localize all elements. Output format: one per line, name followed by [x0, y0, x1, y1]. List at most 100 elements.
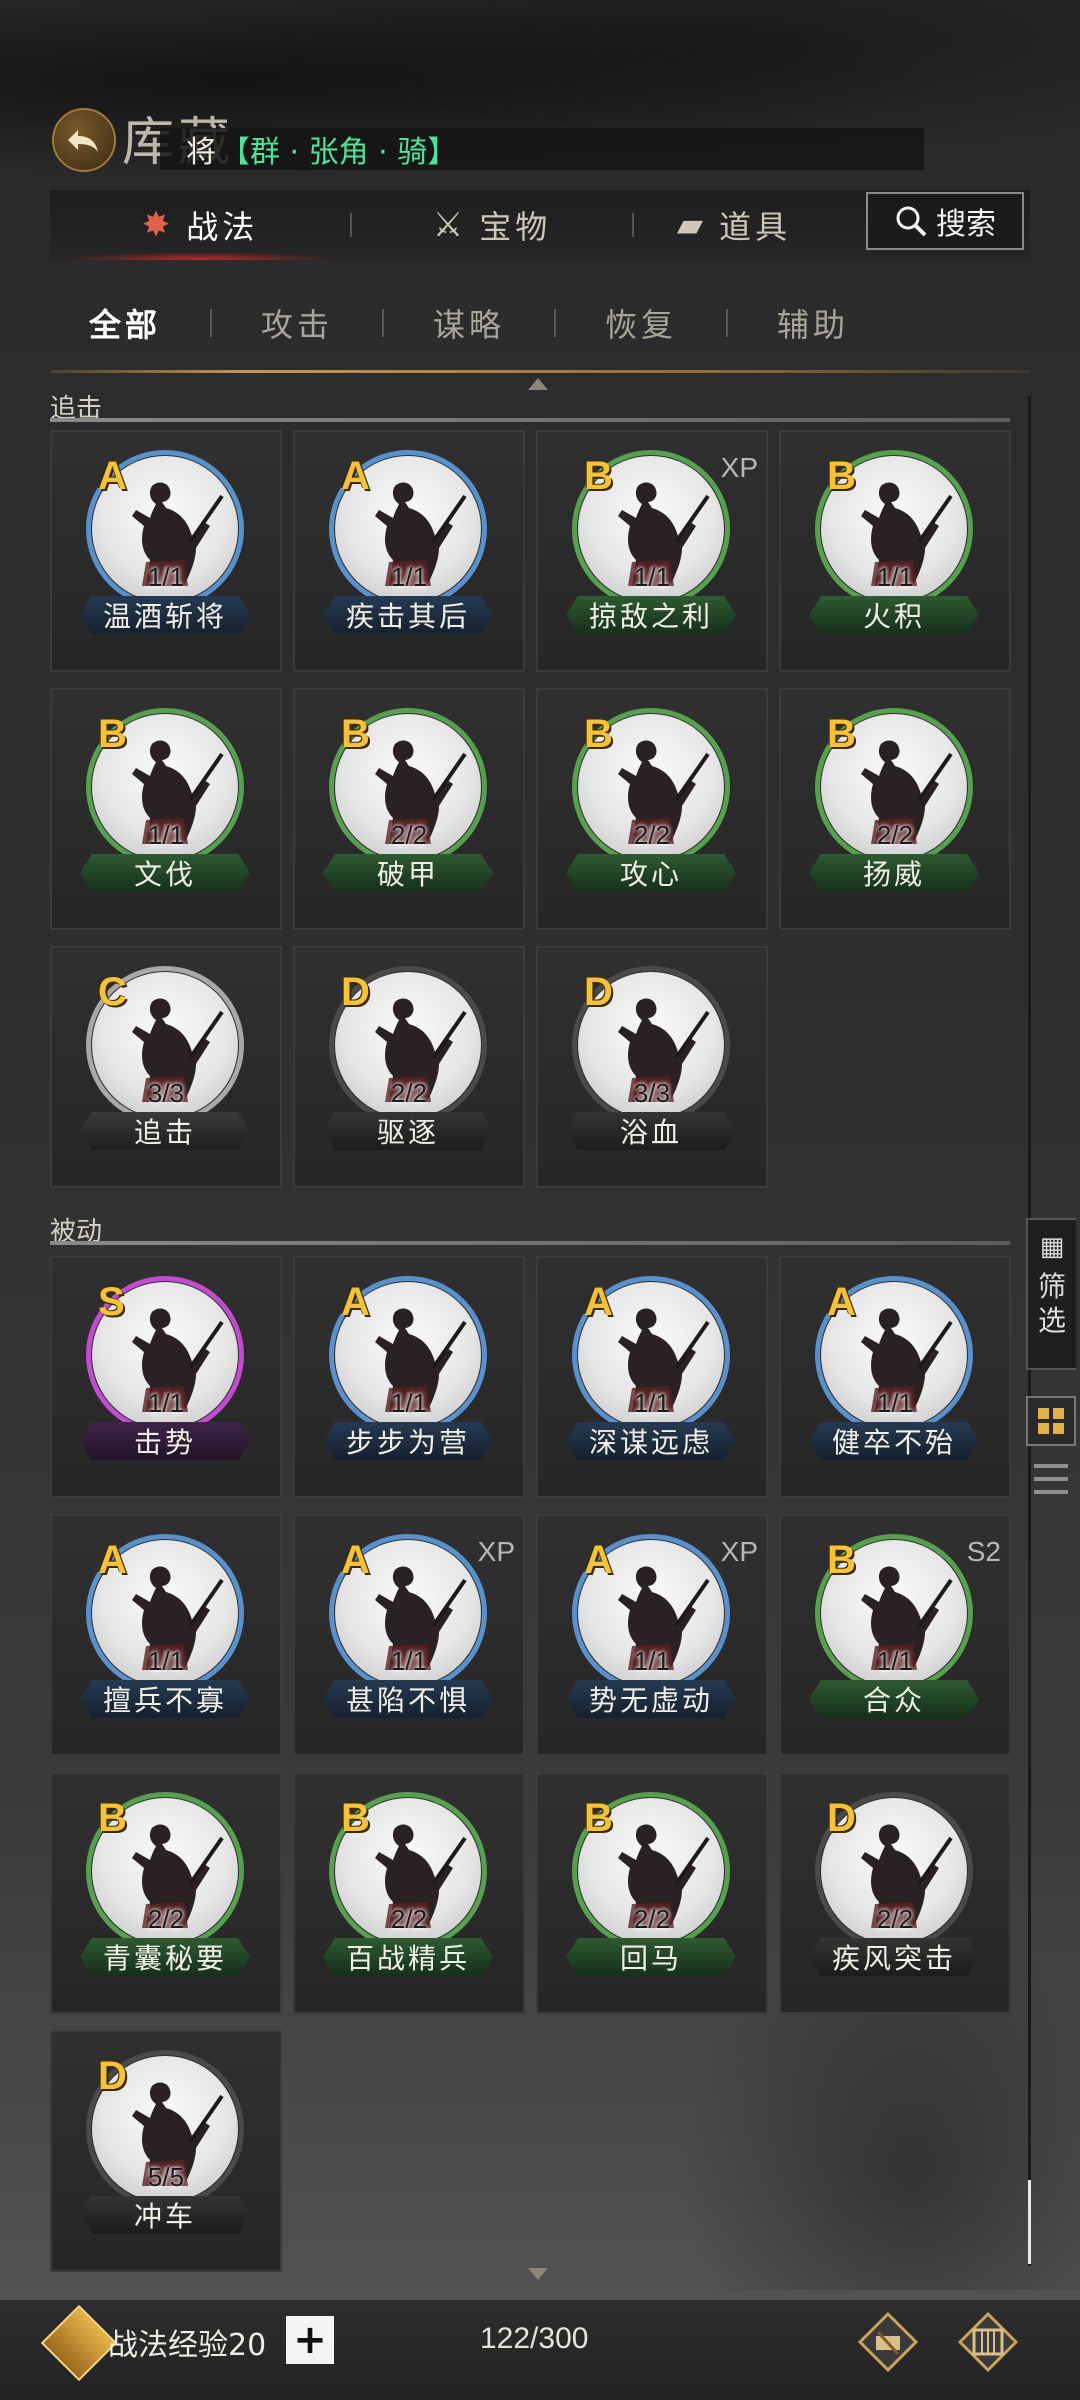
tab-label: 战法 [186, 208, 259, 246]
tactic-name: 势无虚动 [566, 1680, 736, 1718]
tactic-count: 2/2 [633, 820, 671, 850]
general-faction: 【群 · 张角 · 骑】 [220, 135, 458, 170]
tactic-card[interactable]: A 1/1 健卒不殆 [779, 1256, 1011, 1498]
grade-letter: D [584, 970, 613, 1014]
filter-attack[interactable]: 攻击 [222, 300, 372, 346]
tactic-count: 1/1 [390, 1646, 428, 1676]
tactic-name: 冲车 [80, 2196, 250, 2234]
tactic-card[interactable]: D 3/3 浴血 [536, 946, 768, 1188]
filter-separator [382, 309, 384, 337]
tab-treasure[interactable]: ⚔ 宝物 [352, 190, 632, 260]
grade-letter: B [584, 1796, 613, 1840]
grade-letter: A [827, 1280, 856, 1324]
grade-letter: B [584, 712, 613, 756]
search-label: 搜索 [936, 207, 996, 242]
tactic-count: 2/2 [147, 1904, 185, 1934]
treasure-icon: ⚔ [432, 205, 468, 245]
filter-recovery[interactable]: 恢复 [566, 300, 716, 346]
grade-letter: B [827, 712, 856, 756]
decompose-icon [857, 2311, 919, 2373]
filter-support[interactable]: 辅助 [738, 300, 888, 346]
tactic-card[interactable]: B 2/2 回马 [536, 1772, 768, 2014]
grade-letter: D [98, 2054, 127, 2098]
tactic-card[interactable]: A 1/1 温酒斩将 [50, 430, 282, 672]
tactic-count: 1/1 [633, 1646, 671, 1676]
grade-letter: B [98, 712, 127, 756]
section-divider [50, 418, 1010, 422]
storage-icon [957, 2311, 1019, 2373]
filter-side-label: 筛选 [1037, 1270, 1066, 1337]
tactic-count: 1/1 [876, 562, 914, 592]
tactic-card[interactable]: C 3/3 追击 [50, 946, 282, 1188]
tactic-card[interactable]: D 2/2 疾风突击 [779, 1772, 1011, 2014]
filter-separator [554, 309, 556, 337]
tactic-name: 温酒斩将 [80, 596, 250, 634]
tactic-count: 1/1 [876, 1388, 914, 1418]
tactic-card[interactable]: D 5/5 冲车 [50, 2030, 282, 2272]
tactic-card[interactable]: S 1/1 击势 [50, 1256, 282, 1498]
grid-view-button[interactable] [1026, 1396, 1076, 1446]
tactic-count: 3/3 [633, 1078, 671, 1108]
tactic-count: 2/2 [876, 820, 914, 850]
filter-strategy[interactable]: 谋略 [394, 300, 544, 346]
tactic-card[interactable]: B 2/2 攻心 [536, 688, 768, 930]
tactic-card[interactable]: B S2 1/1 合众 [779, 1514, 1011, 1756]
tactic-card[interactable]: A 1/1 深谋远虑 [536, 1256, 768, 1498]
search-button[interactable]: 搜索 [866, 192, 1024, 250]
tactic-tag: XP [720, 452, 758, 483]
tactic-count: 5/5 [147, 2162, 185, 2192]
tactic-name: 深谋远虑 [566, 1422, 736, 1460]
storage-button[interactable] [956, 2310, 1020, 2374]
tactic-count: 2/2 [390, 1078, 428, 1108]
tactic-card[interactable]: A XP 1/1 势无虚动 [536, 1514, 768, 1756]
tactic-tag: S2 [966, 1536, 1001, 1567]
filter-side-button[interactable]: ▦ 筛选 [1026, 1218, 1076, 1370]
tactic-card[interactable]: A 1/1 疾击其后 [293, 430, 525, 672]
divider-line [50, 370, 1030, 373]
general-info-bar: 将 【群 · 张角 · 骑】 [160, 128, 924, 170]
tactic-card[interactable]: B 2/2 青囊秘要 [50, 1772, 282, 2014]
tactic-grid-pursuit: A 1/1 温酒斩将 A 1/1 疾击其后 B XP 1/1 掠敌之利 B 1/1 火积 B 1/1… [50, 430, 1016, 1188]
decompose-button[interactable] [856, 2310, 920, 2374]
tactic-name: 攻心 [566, 854, 736, 892]
grade-letter: B [341, 1796, 370, 1840]
tab-label: 道具 [719, 208, 792, 246]
tactic-card[interactable]: B 1/1 文伐 [50, 688, 282, 930]
grade-letter: D [827, 1796, 856, 1840]
tactic-card[interactable]: B 1/1 火积 [779, 430, 1011, 672]
tactic-name: 合众 [809, 1680, 979, 1718]
tactic-count: 1/1 [876, 1646, 914, 1676]
back-button[interactable] [52, 108, 116, 172]
list-view-icon [1034, 1464, 1068, 1469]
grade-letter: B [827, 454, 856, 498]
tactic-count: 1/1 [633, 562, 671, 592]
back-arrow-icon [68, 130, 98, 152]
tab-tactics[interactable]: ✸ 战法 [50, 190, 350, 260]
tactic-name: 步步为营 [323, 1422, 493, 1460]
grade-letter: A [341, 1538, 370, 1582]
tab-label: 宝物 [479, 208, 552, 246]
tactic-card[interactable]: B 2/2 扬威 [779, 688, 1011, 930]
tactic-card[interactable]: A XP 1/1 甚陷不惧 [293, 1514, 525, 1756]
tactic-name: 疾击其后 [323, 596, 493, 634]
grade-letter: B [98, 1796, 127, 1840]
tactic-name: 疾风突击 [809, 1938, 979, 1976]
tactic-name: 擅兵不寡 [80, 1680, 250, 1718]
grade-letter: C [98, 970, 127, 1014]
add-exp-button[interactable]: + [286, 2316, 334, 2364]
tactic-card[interactable]: A 1/1 擅兵不寡 [50, 1514, 282, 1756]
tab-items[interactable]: ▰ 道具 [634, 190, 834, 260]
tactic-name: 文伐 [80, 854, 250, 892]
list-view-button[interactable] [1034, 1460, 1068, 1498]
scroll-down-arrow-icon [528, 2268, 548, 2280]
filter-all[interactable]: 全部 [50, 300, 200, 346]
tactic-card[interactable]: B 2/2 百战精兵 [293, 1772, 525, 2014]
tactic-card[interactable]: A 1/1 步步为营 [293, 1256, 525, 1498]
tactic-card[interactable]: B XP 1/1 掠敌之利 [536, 430, 768, 672]
tactic-name: 驱逐 [323, 1112, 493, 1150]
grade-letter: A [98, 454, 127, 498]
tactic-count: 1/1 [633, 1388, 671, 1418]
tactic-card[interactable]: B 2/2 破甲 [293, 688, 525, 930]
scrollbar-thumb[interactable] [1028, 2180, 1031, 2264]
tactic-card[interactable]: D 2/2 驱逐 [293, 946, 525, 1188]
